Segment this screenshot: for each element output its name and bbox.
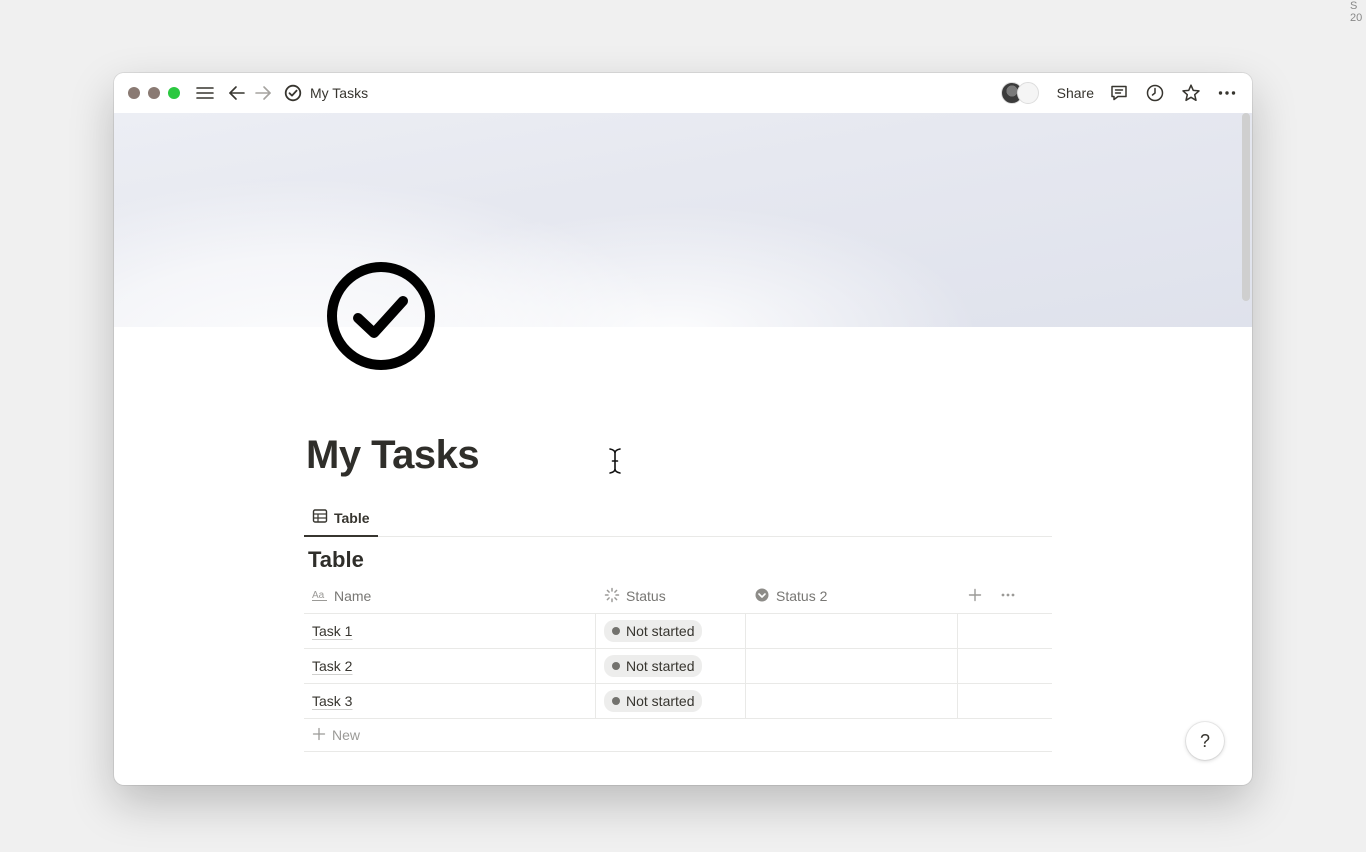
cell-name[interactable]: Task 3 [304, 684, 595, 718]
desktop: S 20 My Tasks Share My Tasks Table Table… [0, 0, 1366, 852]
column-header-name[interactable]: Aa Name [304, 579, 595, 613]
cell-status-2[interactable] [745, 684, 957, 718]
app-window: My Tasks Share My Tasks Table Table Aa N… [114, 73, 1252, 785]
avatar-group[interactable] [1000, 82, 1039, 104]
status-dot-icon [612, 627, 620, 635]
table-header: Aa Name Status Status 2 [304, 579, 1052, 614]
favorite-star-icon[interactable] [1180, 82, 1202, 104]
sidebar-menu-icon[interactable] [194, 82, 216, 104]
cell-status[interactable]: Not started [595, 684, 745, 718]
cell-empty [957, 649, 1052, 683]
column-header-status[interactable]: Status [595, 579, 745, 613]
status-pill: Not started [604, 620, 703, 642]
status-pill: Not started [604, 655, 703, 677]
new-row-label: New [332, 727, 361, 743]
status-pill: Not started [604, 690, 703, 712]
page-cover-image[interactable] [114, 113, 1252, 327]
plus-icon [312, 727, 326, 744]
scrollbar-thumb[interactable] [1242, 113, 1250, 301]
breadcrumb-page[interactable]: My Tasks [310, 85, 368, 101]
tab-table-view[interactable]: Table [304, 500, 378, 537]
table-more-icon[interactable] [1000, 588, 1016, 605]
check-circle-icon [282, 82, 304, 104]
column-header-actions [957, 579, 1052, 613]
status-label: Not started [626, 658, 695, 674]
column-header-status-2[interactable]: Status 2 [745, 579, 957, 613]
cell-name[interactable]: Task 1 [304, 614, 595, 648]
database-view-tabs: Table [304, 500, 1052, 537]
page-check-circle-icon[interactable] [326, 261, 436, 371]
status-circle-icon [754, 587, 770, 606]
forward-arrow-icon[interactable] [252, 82, 274, 104]
back-arrow-icon[interactable] [226, 82, 248, 104]
updates-clock-icon[interactable] [1144, 82, 1166, 104]
share-button[interactable]: Share [1057, 85, 1094, 101]
avatar[interactable] [1016, 82, 1039, 104]
column-label: Status [626, 588, 666, 604]
minimize-window-button[interactable] [148, 87, 160, 99]
status-label: Not started [626, 693, 695, 709]
tab-label: Table [334, 509, 370, 526]
text-property-icon: Aa [312, 588, 328, 605]
table-row[interactable]: Task 2 Not started [304, 649, 1052, 684]
help-button[interactable]: ? [1186, 722, 1224, 760]
table-row[interactable]: Task 1 Not started [304, 614, 1052, 649]
new-row-button[interactable]: New [304, 719, 1052, 752]
database-title[interactable]: Table [308, 547, 364, 573]
cell-empty [957, 614, 1052, 648]
titlebar-actions: Share [1000, 73, 1238, 113]
database-table: Aa Name Status Status 2 Task 1 Not start… [304, 579, 1052, 752]
add-property-plus-icon[interactable] [968, 588, 982, 605]
cell-empty [957, 684, 1052, 718]
titlebar: My Tasks Share [114, 73, 1252, 113]
status-loading-icon [604, 587, 620, 606]
cell-status-2[interactable] [745, 649, 957, 683]
more-options-icon[interactable] [1216, 82, 1238, 104]
column-label: Name [334, 588, 372, 604]
scrollbar[interactable] [1242, 113, 1250, 785]
page-title[interactable]: My Tasks [306, 433, 480, 478]
new-row[interactable]: New [304, 719, 595, 751]
window-controls [128, 87, 180, 99]
comments-icon[interactable] [1108, 82, 1130, 104]
cell-status[interactable]: Not started [595, 614, 745, 648]
text-cursor-icon [608, 447, 622, 475]
table-icon [312, 508, 328, 527]
status-dot-icon [612, 697, 620, 705]
table-row[interactable]: Task 3 Not started [304, 684, 1052, 719]
column-label: Status 2 [776, 588, 828, 604]
status-dot-icon [612, 662, 620, 670]
cell-name[interactable]: Task 2 [304, 649, 595, 683]
status-label: Not started [626, 623, 695, 639]
cell-status[interactable]: Not started [595, 649, 745, 683]
svg-text:Aa: Aa [312, 590, 325, 601]
cell-status-2[interactable] [745, 614, 957, 648]
maximize-window-button[interactable] [168, 87, 180, 99]
close-window-button[interactable] [128, 87, 140, 99]
corner-text: S 20 [1350, 0, 1363, 24]
